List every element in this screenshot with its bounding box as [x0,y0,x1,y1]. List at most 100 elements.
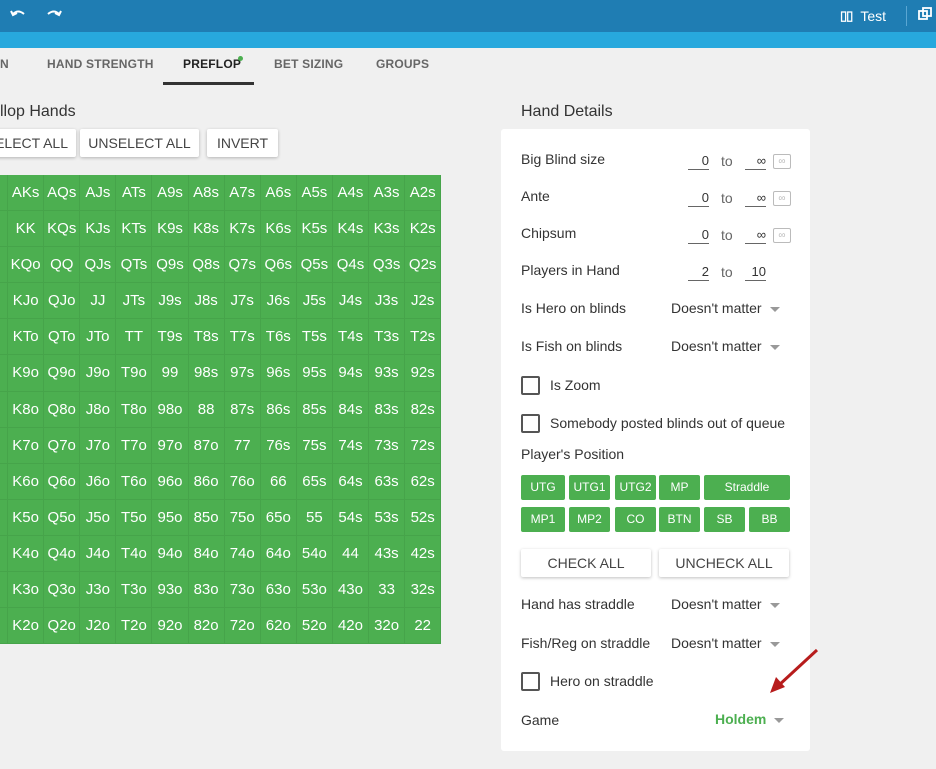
check-all-button[interactable]: CHECK ALL [521,549,651,577]
hand-cell[interactable]: o [0,355,9,392]
window-restore-icon[interactable] [918,7,932,21]
hand-cell[interactable]: K9s [152,211,189,248]
position-mp1-button[interactable]: MP1 [521,507,565,532]
tab-bet-sizing[interactable]: BET SIZING [274,48,343,86]
hand-cell[interactable]: T4s [332,319,370,356]
hand-cell[interactable]: Q8s [188,247,225,284]
hand-cell[interactable]: Q3o [44,572,81,609]
hand-cell[interactable]: Q2s [405,247,442,284]
hand-cell[interactable]: T7o [116,427,153,464]
hand-cell[interactable]: 75o [224,499,261,536]
hand-cell[interactable]: A9s [152,175,189,212]
hand-cell[interactable]: J2s [405,283,442,320]
hand-cell[interactable]: 72o [224,608,261,645]
hand-cell[interactable]: 52o [296,608,333,645]
hand-cell[interactable]: Q5o [44,499,81,536]
hand-cell[interactable]: 97o [152,427,189,464]
hand-cell[interactable]: T8o [116,391,153,428]
hand-cell[interactable]: 74o [224,535,261,573]
hand-cell[interactable]: o [0,211,9,248]
position-utg2-button[interactable]: UTG2 [615,475,656,500]
hand-cell[interactable]: 86o [188,463,225,500]
hand-cell[interactable]: Q3s [369,247,406,284]
hand-cell[interactable]: Q7o [44,427,81,464]
hand-cell[interactable]: KK [8,211,45,248]
out-of-queue-checkbox[interactable] [521,414,540,433]
hand-cell[interactable]: 85s [296,391,333,428]
hand-cell[interactable]: 62s [405,463,442,500]
hand-cell[interactable]: T6o [116,463,153,500]
hand-cell[interactable]: 93o [152,572,189,609]
big-blind-infinity-toggle[interactable]: ∞ [773,154,791,169]
hand-cell[interactable]: QQ [44,247,81,284]
hand-cell[interactable]: QJo [44,283,81,320]
hand-cell[interactable]: 73o [224,572,261,609]
hand-cell[interactable]: o [0,572,9,609]
hand-cell[interactable]: 98o [152,391,189,428]
hand-cell[interactable]: 54o [296,535,333,573]
hand-cell[interactable]: K7o [8,427,45,464]
hand-cell[interactable]: KTs [116,211,153,248]
hand-cell[interactable]: KJs [80,211,117,248]
hand-cell[interactable]: 53o [296,572,333,609]
hand-cell[interactable]: ATs [116,175,153,212]
hand-cell[interactable]: T2o [116,608,153,645]
hand-cell[interactable]: 65s [296,463,333,500]
hand-cell[interactable]: J6s [260,283,297,320]
position-mp2-button[interactable]: MP2 [569,507,610,532]
hand-cell[interactable]: 76s [260,427,297,464]
hand-cell[interactable]: K8s [188,211,225,248]
test-button[interactable]: ▯▯ Test [840,8,886,24]
hand-cell[interactable]: T5o [116,499,153,536]
hand-cell[interactable] [0,175,9,212]
hand-cell[interactable]: 92s [405,355,442,392]
hand-cell[interactable]: 64o [260,535,297,573]
hand-cell[interactable]: Q6o [44,463,81,500]
hand-cell[interactable]: A6s [260,175,297,212]
hand-cell[interactable]: 87o [188,427,225,464]
hand-cell[interactable]: Q7s [224,247,261,284]
hand-cell[interactable]: T9s [152,319,189,356]
ante-infinity-toggle[interactable]: ∞ [773,191,791,206]
chipsum-infinity-toggle[interactable]: ∞ [773,228,791,243]
hand-cell[interactable]: 73s [369,427,406,464]
hand-cell[interactable]: K8o [8,391,45,428]
hand-cell[interactable]: JJ [80,283,117,320]
tab-hand-strength[interactable]: HAND STRENGTH [47,48,154,86]
hand-cell[interactable]: K2o [8,608,45,645]
hero-on-straddle-checkbox[interactable] [521,672,540,691]
hand-cell[interactable]: KQo [8,247,45,284]
hand-cell[interactable]: o [0,283,9,320]
chipsum-from-input[interactable]: 0 [688,226,709,244]
hand-cell[interactable]: J7s [224,283,261,320]
hand-cell[interactable]: 83s [369,391,406,428]
players-to-input[interactable]: 10 [745,263,766,281]
hand-cell[interactable]: Q6s [260,247,297,284]
hand-cell[interactable]: A2s [405,175,442,212]
position-utg-button[interactable]: UTG [521,475,565,500]
hand-cell[interactable]: J5s [296,283,333,320]
hand-cell[interactable]: KTo [8,319,45,356]
hand-cell[interactable]: 42s [405,535,442,573]
hand-cell[interactable]: J9o [80,355,117,392]
position-mp-button[interactable]: MP [659,475,700,500]
hand-cell[interactable]: J8o [80,391,117,428]
chipsum-to-input[interactable]: ∞ [745,226,766,244]
hand-cell[interactable]: 85o [188,499,225,536]
hand-cell[interactable]: 82s [405,391,442,428]
tab-groups[interactable]: GROUPS [376,48,429,86]
hand-cell[interactable]: A3s [369,175,406,212]
hand-cell[interactable]: o [0,247,9,284]
hand-cell[interactable]: 63o [260,572,297,609]
hand-cell[interactable]: 94s [332,355,370,392]
hand-cell[interactable]: o [0,427,9,464]
hand-cell[interactable]: T3o [116,572,153,609]
hand-cell[interactable]: JTs [116,283,153,320]
hand-cell[interactable]: 72s [405,427,442,464]
hand-cell[interactable]: 82o [188,608,225,645]
hand-cell[interactable]: 63s [369,463,406,500]
hand-cell[interactable]: J8s [188,283,225,320]
ante-to-input[interactable]: ∞ [745,189,766,207]
hand-cell[interactable]: 65o [260,499,297,536]
hand-cell[interactable]: QTs [116,247,153,284]
